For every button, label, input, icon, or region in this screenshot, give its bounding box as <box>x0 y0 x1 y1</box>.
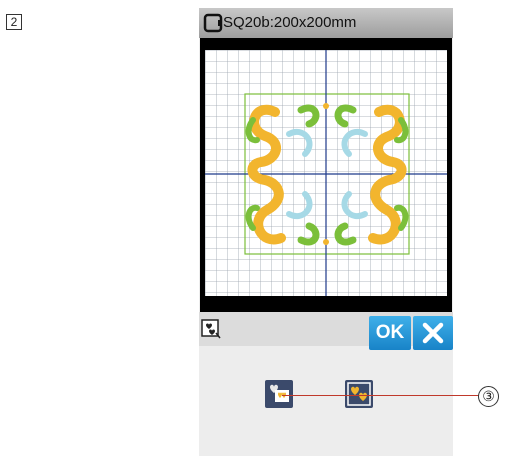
machine-screen: SQ20b:200x200mm OK <box>199 8 453 456</box>
display-toolbar: OK <box>199 312 453 350</box>
hoop-icon <box>203 13 223 33</box>
design-preview <box>200 38 452 312</box>
callout-line <box>282 395 486 396</box>
display-mode-icon <box>201 319 221 339</box>
callout-number: ③ <box>478 386 499 407</box>
close-icon[interactable] <box>413 316 453 350</box>
hoop-size-label: SQ20b:200x200mm <box>223 14 357 31</box>
show-design-only-button[interactable] <box>265 380 293 408</box>
design-grid <box>205 50 447 296</box>
title-bar: SQ20b:200x200mm <box>199 8 453 38</box>
ok-button[interactable]: OK <box>369 316 411 350</box>
step-number: 2 <box>6 14 22 30</box>
show-design-with-frame-button[interactable] <box>345 380 373 408</box>
